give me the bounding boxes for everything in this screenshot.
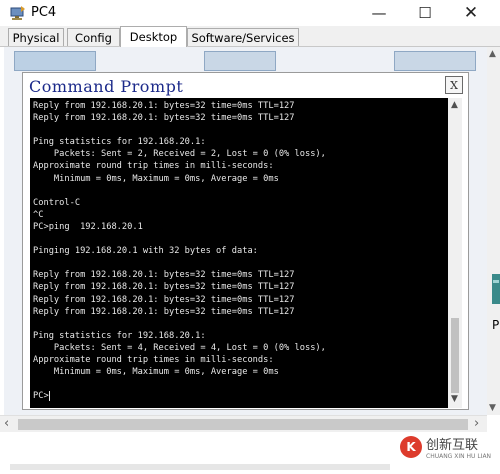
- maximize-button[interactable]: ☐: [402, 0, 448, 26]
- terminal-scroll-thumb[interactable]: [451, 318, 459, 393]
- terminal-line: Ping statistics for 192.168.20.1:: [33, 330, 206, 341]
- terminal-line: Reply from 192.168.20.1: bytes=32 time=0…: [33, 282, 295, 293]
- terminal-line: Minimum = 0ms, Maximum = 0ms, Average = …: [33, 173, 279, 184]
- terminal-line: Approximate round trip times in milli-se…: [33, 354, 274, 365]
- scroll-left-arrow-icon[interactable]: ‹: [4, 416, 9, 431]
- scroll-up-arrow-icon[interactable]: ▲: [489, 49, 496, 59]
- tab-desktop[interactable]: Desktop: [120, 26, 187, 47]
- scroll-down-arrow-icon[interactable]: ▼: [451, 394, 458, 404]
- terminal-line: Control-C: [33, 197, 81, 208]
- terminal-line: Approximate round trip times in milli-se…: [33, 161, 274, 172]
- terminal-line: PC>ping 192.168.20.1: [33, 221, 143, 232]
- watermark-subtext: CHUANG XIN HU LIAN: [426, 453, 492, 460]
- horizontal-scroll-thumb[interactable]: [18, 419, 468, 430]
- watermark: K 创新互联 CHUANG XIN HU LIAN: [400, 434, 491, 460]
- title-bar: PC4 — ☐ ✕: [0, 0, 500, 26]
- terminal-line: Reply from 192.168.20.1: bytes=32 time=0…: [33, 294, 295, 305]
- terminal-line: Reply from 192.168.20.1: bytes=32 time=0…: [33, 113, 295, 124]
- terminal-line: Minimum = 0ms, Maximum = 0ms, Average = …: [33, 367, 279, 378]
- terminal-line: Reply from 192.168.20.1: bytes=32 time=0…: [33, 306, 295, 317]
- watermark-text: 创新互联: [426, 438, 479, 453]
- desktop-app-tile[interactable]: [394, 51, 476, 71]
- window-horizontal-scrollbar[interactable]: ‹ ›: [0, 415, 487, 433]
- terminal-line: Reply from 192.168.20.1: bytes=32 time=0…: [33, 270, 295, 281]
- desktop-app-tile[interactable]: [14, 51, 96, 71]
- terminal-line: Ping statistics for 192.168.20.1:: [33, 137, 206, 148]
- tab-bar: Physical Config Desktop Software/Service…: [0, 26, 500, 47]
- watermark-logo-icon: K: [400, 436, 422, 458]
- command-prompt-title: Command Prompt: [29, 77, 184, 96]
- terminal-line: PC>: [33, 390, 50, 402]
- terminal-line: ^C: [33, 209, 44, 220]
- minimize-button[interactable]: —: [356, 0, 402, 26]
- terminal-line: Pinging 192.168.20.1 with 32 bytes of da…: [33, 246, 258, 257]
- terminal-scrollbar[interactable]: ▲ ▼: [448, 98, 462, 408]
- terminal-line: Packets: Sent = 4, Received = 4, Lost = …: [33, 342, 326, 353]
- pc-app-icon: [10, 6, 25, 20]
- terminal-lines: Reply from 192.168.20.1: bytes=32 time=0…: [30, 98, 448, 402]
- terminal-output[interactable]: Reply from 192.168.20.1: bytes=32 time=0…: [30, 98, 448, 408]
- network-device-icon: [492, 274, 500, 304]
- window-vertical-scrollbar[interactable]: ▲ ▼: [487, 47, 500, 415]
- text-cursor: [48, 390, 50, 401]
- scroll-up-arrow-icon[interactable]: ▲: [451, 100, 458, 110]
- scroll-right-arrow-icon[interactable]: ›: [474, 416, 479, 431]
- terminal-line: Packets: Sent = 2, Received = 2, Lost = …: [33, 149, 326, 160]
- command-prompt-window: Command Prompt X Reply from 192.168.20.1…: [22, 72, 469, 410]
- window-title: PC4: [31, 5, 57, 20]
- scroll-down-arrow-icon[interactable]: ▼: [489, 403, 496, 413]
- device-label: P: [492, 318, 500, 332]
- close-button[interactable]: ✕: [448, 0, 494, 26]
- tab-physical[interactable]: Physical: [8, 28, 64, 46]
- tab-software-services[interactable]: Software/Services: [187, 28, 299, 46]
- tab-config[interactable]: Config: [67, 28, 120, 46]
- command-prompt-close-button[interactable]: X: [445, 76, 463, 94]
- terminal-line: Reply from 192.168.20.1: bytes=32 time=0…: [33, 101, 295, 111]
- bottom-bar: [10, 464, 390, 470]
- desktop-app-tile[interactable]: [204, 51, 276, 71]
